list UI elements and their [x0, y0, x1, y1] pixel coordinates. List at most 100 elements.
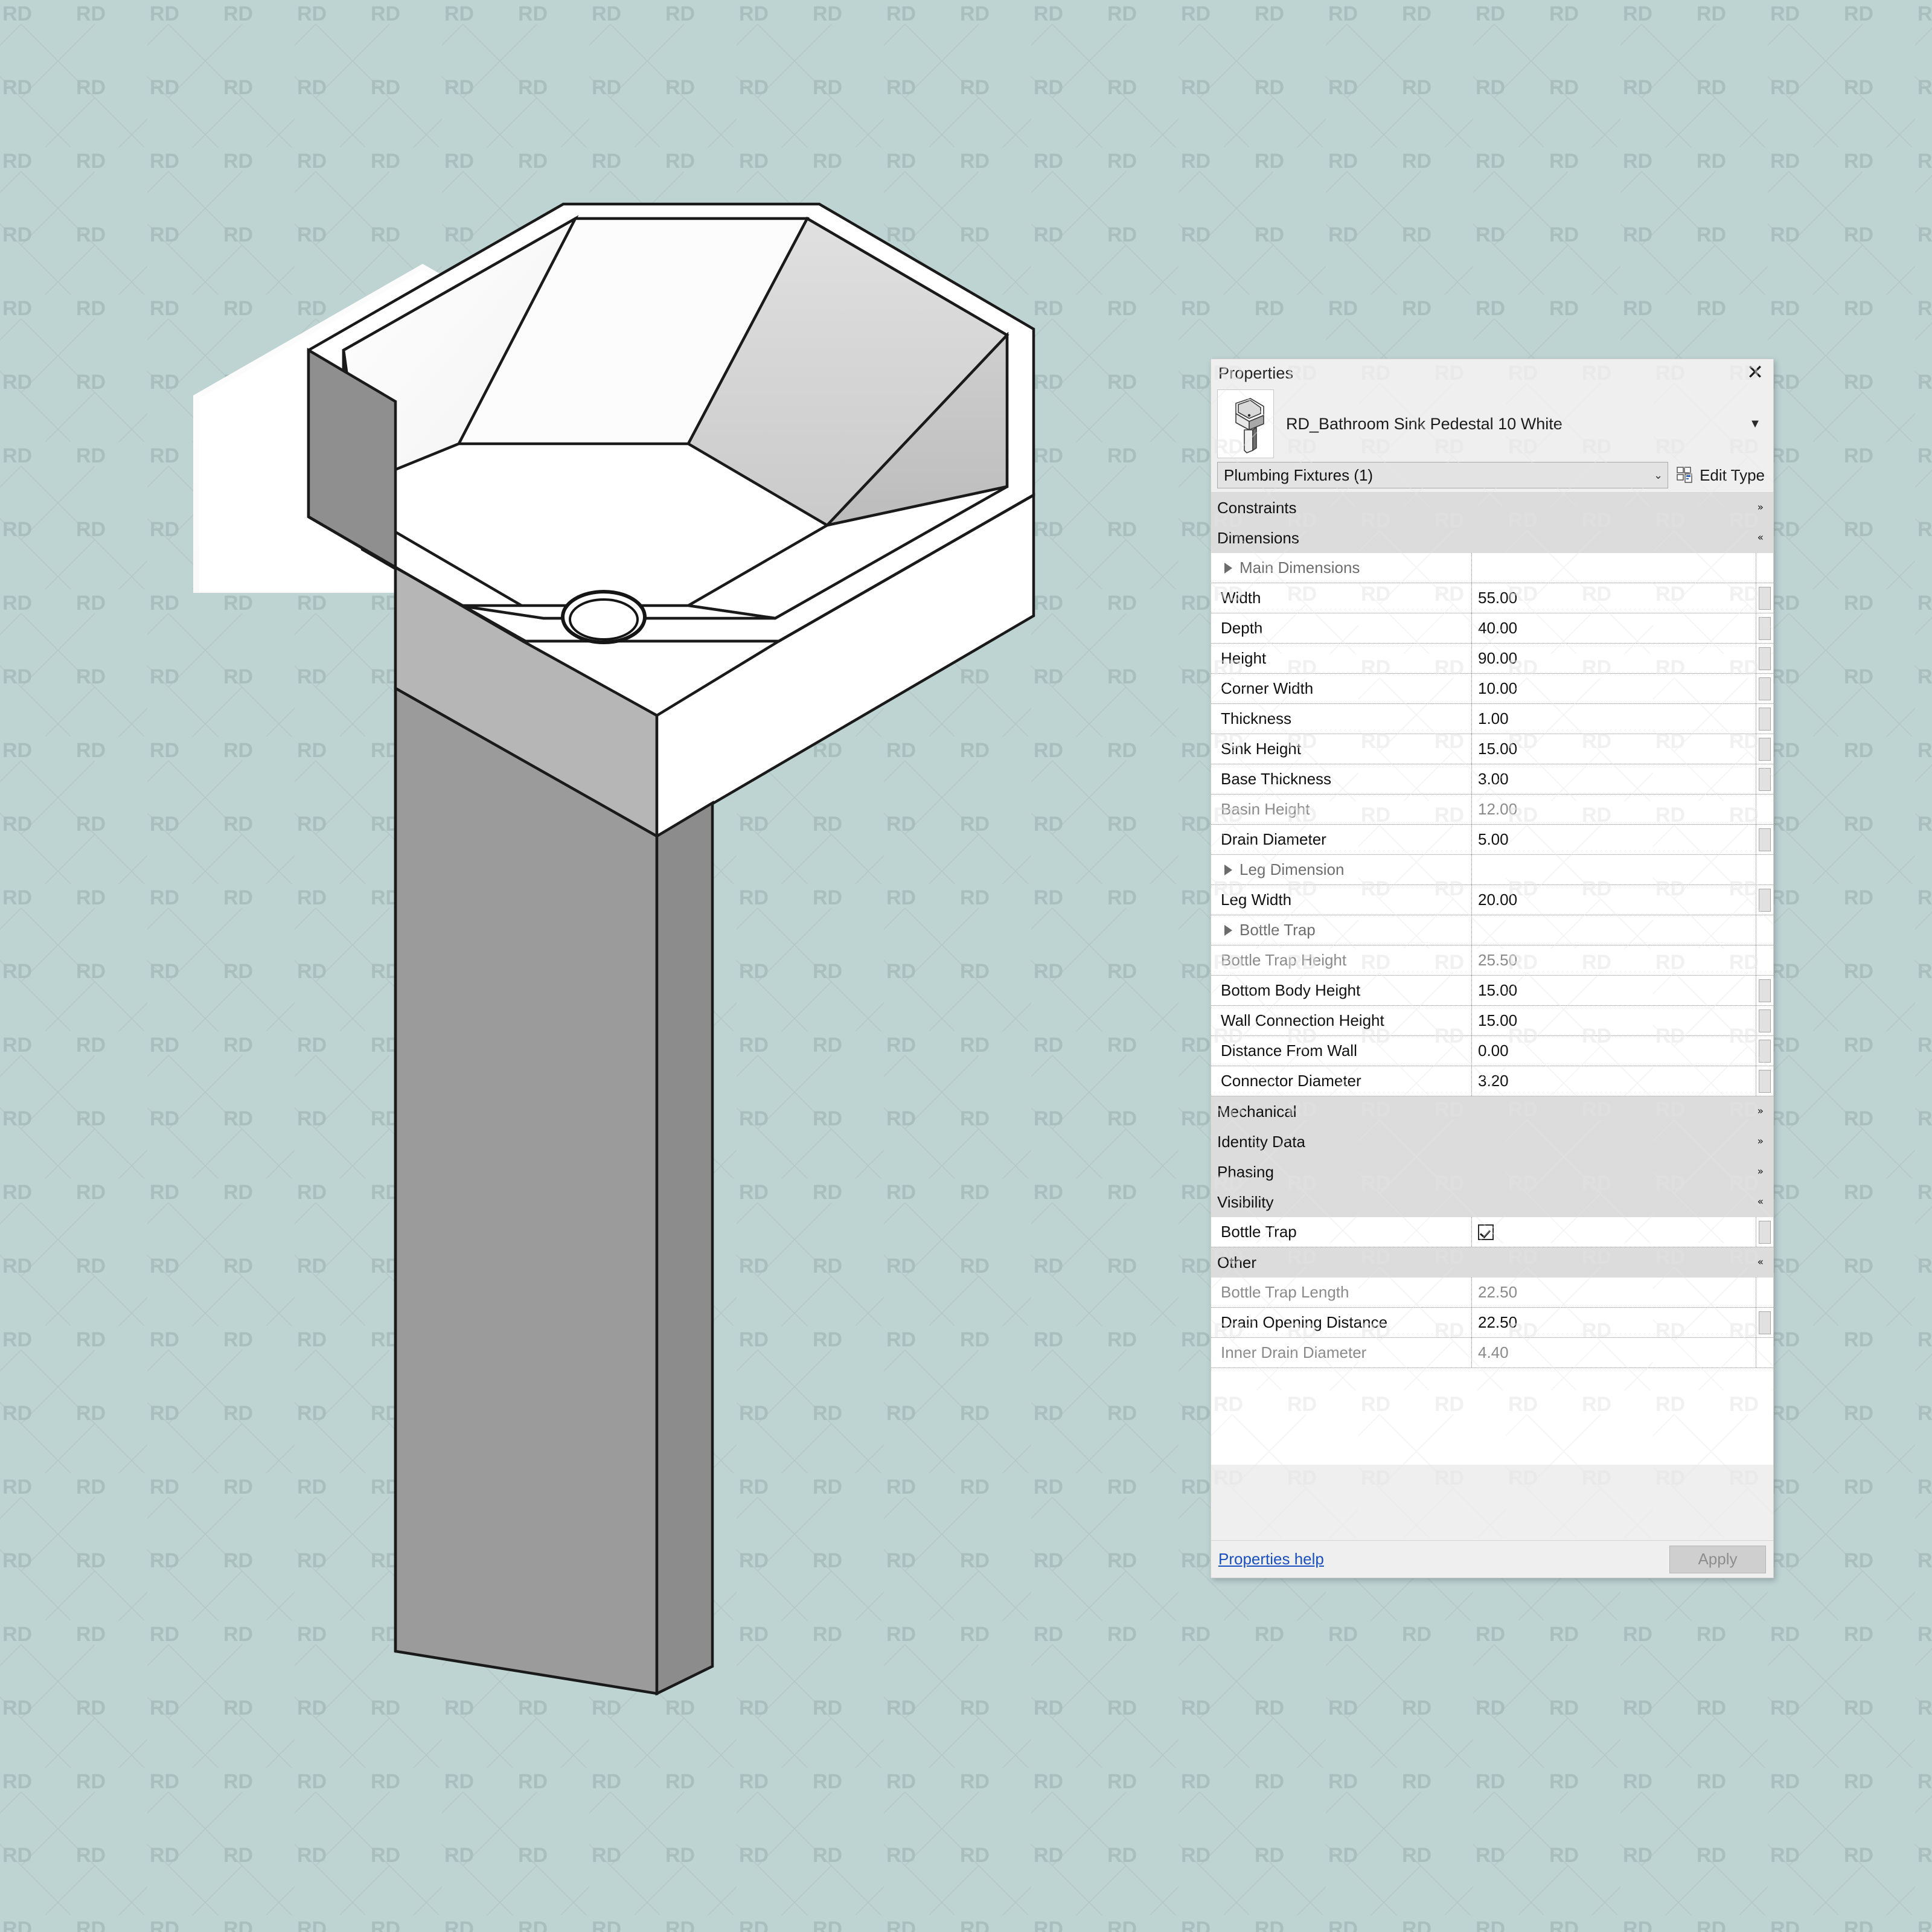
- group-header-mechanical[interactable]: Mechanical »: [1211, 1096, 1773, 1127]
- property-name-label: Leg Width: [1221, 891, 1291, 909]
- property-name: Basin Height: [1211, 795, 1472, 824]
- chevron-down-icon[interactable]: ▼: [1743, 417, 1767, 431]
- property-name: Bottle Trap Length: [1211, 1278, 1472, 1307]
- property-value[interactable]: 10.00: [1472, 674, 1756, 703]
- chevron-double-down-icon[interactable]: »: [1758, 1137, 1764, 1147]
- property-value[interactable]: 1.00: [1472, 704, 1756, 734]
- property-value-label: 25.50: [1478, 951, 1517, 970]
- group-header-label: Mechanical: [1217, 1102, 1297, 1121]
- group-header-label: Visibility: [1217, 1193, 1273, 1212]
- close-icon[interactable]: ✕: [1743, 360, 1767, 385]
- expand-triangle-icon[interactable]: [1224, 925, 1232, 936]
- group-header-phasing[interactable]: Phasing »: [1211, 1157, 1773, 1187]
- property-edit-button[interactable]: [1756, 734, 1773, 764]
- property-row: Height90.00: [1211, 644, 1773, 674]
- property-value[interactable]: 55.00: [1472, 583, 1756, 613]
- chevron-double-down-icon[interactable]: »: [1758, 1167, 1764, 1177]
- checkbox-bottle-trap[interactable]: [1478, 1224, 1494, 1240]
- type-name-label: RD_Bathroom Sink Pedestal 10 White: [1274, 412, 1743, 436]
- property-name-label: Bottom Body Height: [1221, 981, 1360, 1000]
- property-value[interactable]: 15.00: [1472, 976, 1756, 1005]
- property-name: Width: [1211, 583, 1472, 613]
- property-value-label: 0.00: [1478, 1041, 1509, 1060]
- property-value-label: 12.00: [1478, 800, 1517, 819]
- group-header-dimensions[interactable]: Dimensions«: [1211, 523, 1773, 553]
- model-viewport[interactable]: [0, 0, 1208, 1932]
- property-name: Thickness: [1211, 704, 1472, 734]
- property-edit-button[interactable]: [1756, 825, 1773, 854]
- apply-button[interactable]: Apply: [1669, 1546, 1766, 1573]
- edit-type-button[interactable]: Edit Type: [1668, 462, 1767, 488]
- category-select[interactable]: Plumbing Fixtures (1) ⌄: [1217, 462, 1668, 488]
- property-edit-button[interactable]: [1756, 1006, 1773, 1035]
- property-edit-button[interactable]: [1756, 885, 1773, 915]
- property-row: Basin Height 12.00: [1211, 795, 1773, 825]
- property-name: Sink Height: [1211, 734, 1472, 764]
- property-edit-button[interactable]: [1756, 1036, 1773, 1066]
- chevron-double-up-icon[interactable]: «: [1758, 1258, 1764, 1268]
- property-row: Base Thickness 3.00: [1211, 764, 1773, 795]
- property-value[interactable]: 3.20: [1472, 1066, 1756, 1096]
- property-value[interactable]: [1472, 1217, 1756, 1247]
- property-edit-button[interactable]: [1756, 704, 1773, 734]
- property-edit-button[interactable]: [1756, 644, 1773, 673]
- property-value[interactable]: 5.00: [1472, 825, 1756, 854]
- expand-triangle-icon[interactable]: [1224, 865, 1232, 875]
- group-header-other[interactable]: Other «: [1211, 1247, 1773, 1278]
- type-thumbnail: [1217, 389, 1274, 458]
- property-edit-button[interactable]: [1756, 976, 1773, 1005]
- property-name-label: Thickness: [1221, 709, 1291, 728]
- property-value[interactable]: 15.00: [1472, 734, 1756, 764]
- group-header-visibility[interactable]: Visibility «: [1211, 1187, 1773, 1217]
- group-header-constraints[interactable]: Constraints»: [1211, 493, 1773, 523]
- property-name-label: Base Thickness: [1221, 770, 1331, 788]
- property-name: Leg Dimension: [1211, 855, 1472, 884]
- property-name-label: Wall Connection Height: [1221, 1011, 1384, 1030]
- property-row: Drain Diameter5.00: [1211, 825, 1773, 855]
- sink-thumbnail-icon: [1218, 390, 1273, 458]
- property-value[interactable]: 0.00: [1472, 1036, 1756, 1066]
- property-edit-button[interactable]: [1756, 613, 1773, 643]
- property-value[interactable]: 40.00: [1472, 613, 1756, 643]
- property-name: Bottom Body Height: [1211, 976, 1472, 1005]
- sink-pedestal-model: [0, 0, 1208, 1932]
- properties-palette[interactable]: Properties ✕ RD_Bathroom Sink: [1211, 359, 1774, 1578]
- property-value[interactable]: 22.50: [1472, 1308, 1756, 1337]
- property-edit-button-placeholder: [1756, 945, 1773, 975]
- property-value: 22.50: [1472, 1278, 1756, 1307]
- property-edit-button[interactable]: [1756, 1066, 1773, 1096]
- property-row[interactable]: Bottle Trap: [1211, 915, 1773, 945]
- property-edit-button[interactable]: [1756, 1308, 1773, 1337]
- property-row[interactable]: Leg Dimension: [1211, 855, 1773, 885]
- properties-help-link[interactable]: Properties help: [1218, 1550, 1669, 1569]
- property-value-label: 1.00: [1478, 709, 1509, 728]
- chevron-double-up-icon[interactable]: «: [1758, 533, 1764, 543]
- property-name-label: Connector Diameter: [1221, 1072, 1361, 1090]
- property-edit-button[interactable]: [1756, 674, 1773, 703]
- property-value[interactable]: 3.00: [1472, 764, 1756, 794]
- property-value[interactable]: 15.00: [1472, 1006, 1756, 1035]
- chevron-double-down-icon[interactable]: »: [1758, 503, 1764, 513]
- property-name: Depth: [1211, 613, 1472, 643]
- property-edit-button-placeholder: [1756, 1278, 1773, 1307]
- property-value: [1472, 553, 1756, 583]
- property-edit-button[interactable]: [1756, 583, 1773, 613]
- property-name: Inner Drain Diameter: [1211, 1338, 1472, 1367]
- property-row[interactable]: Main Dimensions: [1211, 553, 1773, 583]
- chevron-double-up-icon[interactable]: «: [1758, 1197, 1764, 1208]
- property-value: [1472, 855, 1756, 884]
- property-name-label: Corner Width: [1221, 679, 1313, 698]
- chevron-double-down-icon[interactable]: »: [1758, 1107, 1764, 1117]
- property-name-label: Distance From Wall: [1221, 1041, 1357, 1060]
- property-edit-button[interactable]: [1756, 1217, 1773, 1247]
- group-header-label: Phasing: [1217, 1163, 1274, 1182]
- category-select-value: Plumbing Fixtures (1): [1224, 466, 1650, 485]
- group-header-identity-data[interactable]: Identity Data»: [1211, 1127, 1773, 1157]
- property-edit-button[interactable]: [1756, 764, 1773, 794]
- property-value[interactable]: 20.00: [1472, 885, 1756, 915]
- property-value[interactable]: 90.00: [1472, 644, 1756, 673]
- group-header-label: Other: [1217, 1253, 1256, 1272]
- property-name: Connector Diameter: [1211, 1066, 1472, 1096]
- type-selector[interactable]: RD_Bathroom Sink Pedestal 10 White ▼: [1211, 387, 1773, 462]
- expand-triangle-icon[interactable]: [1224, 563, 1232, 574]
